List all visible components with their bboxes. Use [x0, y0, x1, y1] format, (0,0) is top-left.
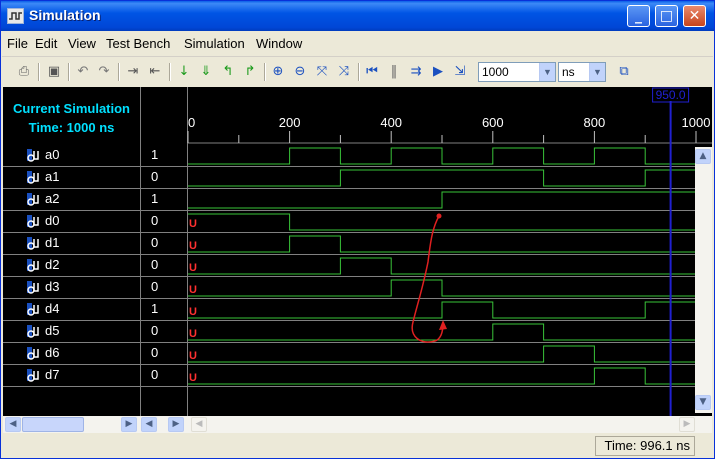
step-into-icon[interactable]: ⇓	[196, 62, 216, 82]
chevron-down-icon[interactable]: ▼	[539, 63, 555, 81]
toolbar-separator	[264, 63, 266, 81]
toolbar-separator	[118, 63, 120, 81]
menu-bar: File Edit View Test Bench Simulation Win…	[2, 31, 713, 57]
undefined-marker: U	[189, 218, 197, 230]
ruler-label: 200	[279, 115, 301, 130]
waveform-a0	[188, 147, 696, 165]
scroll-right-icon[interactable]: ▶	[168, 417, 184, 432]
run-time-select[interactable]: 1000 ▼	[478, 62, 556, 82]
scroll-left-icon[interactable]: ◀	[5, 417, 21, 432]
ruler-label: 400	[380, 115, 402, 130]
menu-test-bench[interactable]: Test Bench	[106, 36, 170, 51]
zoom-in-icon[interactable]: ⊕	[268, 62, 288, 82]
menu-file[interactable]: File	[7, 36, 28, 51]
close-icon: ✕	[688, 8, 701, 24]
minimize-icon: _	[635, 8, 642, 24]
scroll-left-icon[interactable]: ◀	[191, 417, 207, 432]
zoom-fit-icon[interactable]: ⤧	[312, 62, 332, 82]
run-for-icon[interactable]: ⇲	[450, 62, 470, 82]
close-button[interactable]: ✕	[683, 5, 706, 27]
waveform-d3	[188, 279, 696, 297]
redo-icon[interactable]: ↷	[94, 62, 114, 82]
run-icon[interactable]: ▶	[428, 62, 448, 82]
menu-view[interactable]: View	[68, 36, 96, 51]
step-down-icon[interactable]: ↓	[174, 62, 194, 82]
undefined-marker: U	[189, 262, 197, 274]
menu-window[interactable]: Window	[256, 36, 302, 51]
zoom-out-icon[interactable]: ⊖	[290, 62, 310, 82]
indent-icon[interactable]: ⇥	[123, 62, 143, 82]
step-forward-icon[interactable]: ↱	[240, 62, 260, 82]
scroll-thumb[interactable]	[22, 417, 84, 432]
step-back-icon[interactable]: ↰	[218, 62, 238, 82]
scroll-right-icon[interactable]: ▶	[121, 417, 137, 432]
waveform-d4	[188, 301, 696, 319]
save-icon[interactable]: ▣	[44, 62, 64, 82]
window-title: Simulation	[29, 7, 101, 23]
undefined-marker: U	[189, 306, 197, 318]
scroll-up-icon[interactable]: ▲	[695, 149, 711, 164]
toolbar-separator	[169, 63, 171, 81]
restart-icon[interactable]: ⏮	[362, 62, 382, 82]
toolbar-separator	[38, 63, 40, 81]
menu-edit[interactable]: Edit	[35, 36, 57, 51]
annotation-arrowhead	[439, 320, 447, 330]
simulation-window: Simulation _ □ ✕ File Edit View Test Ben…	[0, 0, 715, 459]
toolbar: ⎙ ▣ ↶ ↷ ⇥ ⇤ ↓ ⇓ ↰ ↱ ⊕ ⊖ ⤧ ⤨ ⏮ ‖ ⇉ ▶ ⇲ 10…	[2, 58, 713, 86]
waveform-a2	[188, 191, 696, 209]
maximize-icon: □	[659, 8, 674, 24]
waveform-icon	[7, 8, 24, 24]
undefined-marker: U	[189, 284, 197, 296]
pause-icon[interactable]: ‖	[384, 62, 404, 82]
title-bar[interactable]: Simulation _ □ ✕	[1, 1, 714, 31]
undefined-marker: U	[189, 240, 197, 252]
window-icon[interactable]: ⧉	[614, 62, 634, 82]
chevron-down-icon[interactable]: ▼	[589, 63, 605, 81]
toolbar-separator	[358, 63, 360, 81]
waveform-a1	[188, 169, 696, 187]
undefined-marker: U	[189, 372, 197, 384]
waveform-d2	[188, 257, 696, 275]
zoom-full-icon[interactable]: ⤨	[334, 62, 354, 82]
time-unit-value: ns	[562, 65, 575, 79]
annotation-dot	[436, 213, 442, 219]
cursor-label: 950.0	[656, 88, 686, 102]
waveform-d1	[188, 235, 696, 253]
waveform-d7	[188, 367, 696, 385]
run-time-value: 1000	[482, 65, 509, 79]
ruler-label: 1000	[682, 115, 711, 130]
scroll-left-icon[interactable]: ◀	[141, 417, 157, 432]
ruler-label: 0	[188, 115, 195, 130]
scroll-right-icon[interactable]: ▶	[679, 417, 695, 432]
print-icon[interactable]: ⎙	[14, 62, 34, 82]
time-unit-select[interactable]: ns ▼	[558, 62, 606, 82]
undo-icon[interactable]: ↶	[73, 62, 93, 82]
outdent-icon[interactable]: ⇤	[145, 62, 165, 82]
ruler-label: 800	[584, 115, 606, 130]
ruler-label: 600	[482, 115, 504, 130]
undefined-marker: U	[189, 350, 197, 362]
maximize-button[interactable]: □	[655, 5, 678, 27]
waveform-canvas[interactable]: 0 200 400 600 800 1000UUUUUUUU950.0	[3, 87, 712, 416]
step-icon[interactable]: ⇉	[406, 62, 426, 82]
scroll-down-icon[interactable]: ▼	[695, 395, 711, 410]
toolbar-separator	[68, 63, 70, 81]
menu-simulation[interactable]: Simulation	[184, 36, 245, 51]
undefined-marker: U	[189, 328, 197, 340]
minimize-button[interactable]: _	[627, 5, 650, 27]
waveform-d6	[188, 345, 696, 363]
horizontal-scrollbar[interactable]: ◀ ▶ ◀ ▶ ◀ ▶	[3, 416, 712, 433]
status-bar: Time: 996.1 ns	[2, 434, 713, 458]
vertical-scrollbar[interactable]: ▲ ▼	[695, 147, 712, 413]
waveform-viewer: Current Simulation Time: 1000 ns a0 1 a1 0 a…	[3, 87, 712, 416]
waveform-d0	[188, 213, 696, 231]
status-time: Time: 996.1 ns	[595, 436, 695, 456]
annotation-stroke	[411, 215, 444, 343]
